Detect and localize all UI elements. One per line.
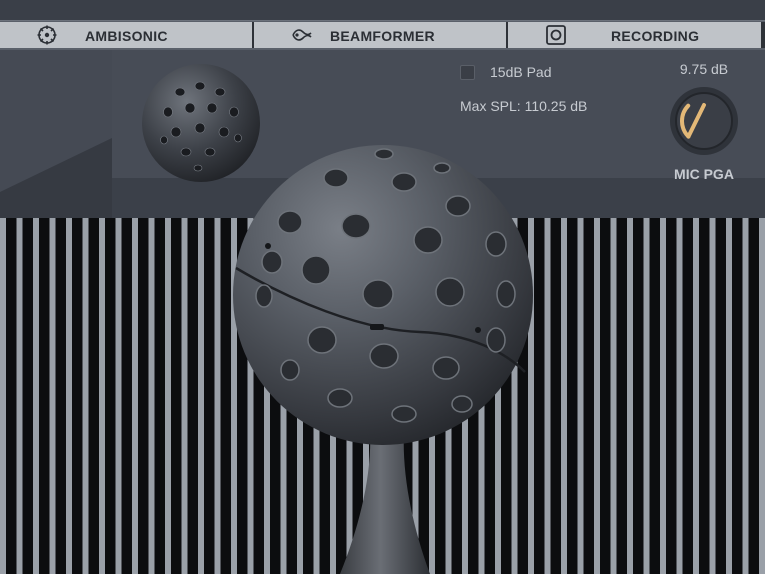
microphone-image [233,145,533,574]
app-window: AMBISONIC BEAMFORMER RECORDING 15dB Pad … [0,0,765,574]
